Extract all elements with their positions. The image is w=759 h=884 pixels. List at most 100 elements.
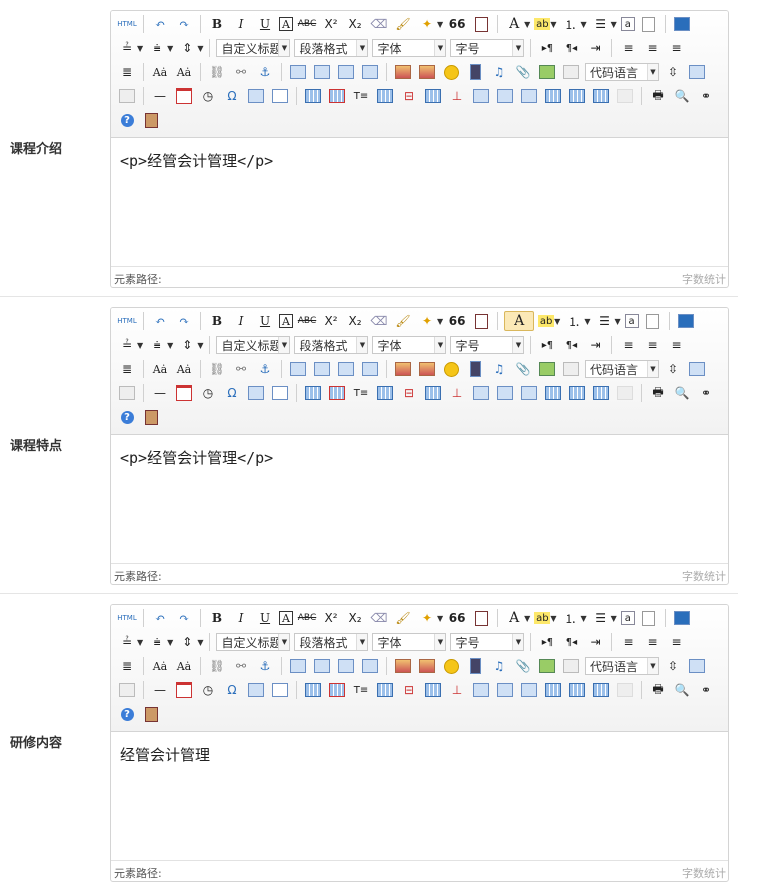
italic-button[interactable]: I [231,14,251,34]
template-icon[interactable] [687,656,707,676]
delete-row-icon[interactable]: ⊟ [399,383,419,403]
ltr-direction-icon[interactable]: ▸¶ [537,335,557,355]
editor-content[interactable]: 经管会计管理 [111,732,728,862]
insert-paragraph-before-table-icon[interactable]: T≡ [351,680,371,700]
split-to-cols-icon[interactable] [591,383,611,403]
italic-button[interactable]: I [231,311,251,331]
dropdown-caret[interactable]: ▼ [611,20,617,29]
dropdown-caret[interactable]: ▼ [437,614,443,623]
gmap-icon[interactable] [561,656,581,676]
dropdown-caret[interactable]: ▼ [437,317,443,326]
line-height-icon[interactable]: ⇕ [177,38,197,58]
find-replace-icon[interactable]: ⚭ [696,383,716,403]
music-icon[interactable]: ♫ [489,656,509,676]
insert-row-icon[interactable] [375,680,395,700]
magic-wand-icon[interactable]: ✦ [417,608,437,628]
redo-icon[interactable]: ↷ [174,311,194,331]
anchor-icon[interactable]: ⚓ [255,359,275,379]
insert-video-icon[interactable] [465,359,485,379]
delete-table-icon[interactable] [327,86,347,106]
html-source-button[interactable]: HTML [117,311,137,331]
find-replace-icon[interactable]: ⚭ [696,680,716,700]
row-spacing-top-icon[interactable]: ≟ [117,335,137,355]
search-icon[interactable]: 🔍 [672,383,692,403]
delete-col-icon[interactable]: ⊥ [447,383,467,403]
undo-icon[interactable]: ↶ [150,311,170,331]
help-icon[interactable]: ? [117,110,137,130]
simple-upload-icon[interactable] [393,62,413,82]
find-replace-icon[interactable]: ⚭ [696,86,716,106]
redo-icon[interactable]: ↷ [174,608,194,628]
indent-icon[interactable]: ⇥ [585,38,605,58]
merge-right-icon[interactable] [495,383,515,403]
dropdown-caret[interactable]: ▼ [614,317,620,326]
split-to-cols-icon[interactable] [591,680,611,700]
special-chars-button[interactable]: Ω [222,383,242,403]
font-border-button[interactable]: A [279,611,293,625]
underline-button[interactable]: U [255,608,275,628]
dropdown-caret[interactable]: ▼ [197,638,203,647]
background-icon[interactable] [117,680,137,700]
editor-content[interactable]: <p>经管会计管理</p> [111,435,728,565]
unlink-icon[interactable]: ⚯ [231,656,251,676]
image-none-icon[interactable] [288,62,308,82]
anchor-icon[interactable]: ⚓ [255,62,275,82]
merge-down-icon[interactable] [519,680,539,700]
eraser-icon[interactable]: ⌫ [369,14,389,34]
background-icon[interactable] [117,383,137,403]
unordered-list-icon[interactable]: ☰ [591,14,611,34]
dropdown-caret[interactable]: ▼ [550,614,556,623]
dropdown-caret[interactable]: ▼ [437,20,443,29]
insert-paragraph-before-table-icon[interactable]: T≡ [351,86,371,106]
paste-text-icon[interactable] [471,608,491,628]
map-icon[interactable] [537,656,557,676]
merge-right-icon[interactable] [495,680,515,700]
template-icon[interactable] [687,62,707,82]
custom-title-select[interactable]: 自定义标题 ▼ [216,39,291,57]
superscript-button[interactable]: X² [321,14,341,34]
font-size-select[interactable]: 字号 ▼ [450,633,525,651]
date-icon[interactable] [174,680,194,700]
align-left-icon[interactable]: ≡ [618,632,638,652]
lowercase-icon[interactable]: Aȧ [174,359,194,379]
backcolor-icon[interactable]: ab [534,612,551,624]
align-right-icon[interactable]: ≡ [666,632,686,652]
dropdown-caret[interactable]: ▼ [580,614,586,623]
bold-button[interactable]: B [207,14,227,34]
unlink-icon[interactable]: ⚯ [231,62,251,82]
rtl-direction-icon[interactable]: ¶◂ [561,335,581,355]
format-brush-icon[interactable]: 🖌 [393,311,413,331]
music-icon[interactable]: ♫ [489,62,509,82]
date-icon[interactable] [174,86,194,106]
special-char-a-icon[interactable]: a [624,314,639,328]
unordered-list-icon[interactable]: ☰ [594,311,614,331]
link-icon[interactable]: ⛓ [207,656,227,676]
eraser-icon[interactable]: ⌫ [369,608,389,628]
bold-button[interactable]: B [207,608,227,628]
forecolor-button[interactable]: A [504,311,535,331]
lowercase-icon[interactable]: Aȧ [174,62,194,82]
custom-title-select[interactable]: 自定义标题 ▼ [216,336,291,354]
attachment-icon[interactable]: 📎 [513,62,533,82]
delete-table-icon[interactable] [327,680,347,700]
align-center-icon[interactable]: ≡ [642,38,662,58]
align-right-icon[interactable]: ≡ [666,38,686,58]
page-break-icon[interactable]: ⇳ [663,359,683,379]
paragraph-format-select[interactable]: 段落格式 ▼ [294,633,369,651]
special-chars-button[interactable]: Ω [222,86,242,106]
redo-icon[interactable]: ↷ [174,14,194,34]
preview-icon[interactable] [676,311,696,331]
insert-col-icon[interactable] [423,383,443,403]
subscript-button[interactable]: X₂ [345,608,365,628]
emotion-icon[interactable] [441,656,461,676]
dropdown-caret[interactable]: ▼ [580,20,586,29]
drafts-icon[interactable] [141,110,161,130]
superscript-button[interactable]: X² [321,608,341,628]
ltr-direction-icon[interactable]: ▸¶ [537,38,557,58]
date-icon[interactable] [174,383,194,403]
uppercase-icon[interactable]: Aȧ [150,62,170,82]
code-language-select[interactable]: 代码语言 ▼ [585,63,659,81]
time-icon[interactable]: ◷ [198,86,218,106]
line-height-icon[interactable]: ⇕ [177,335,197,355]
special-chars-button[interactable]: Ω [222,680,242,700]
